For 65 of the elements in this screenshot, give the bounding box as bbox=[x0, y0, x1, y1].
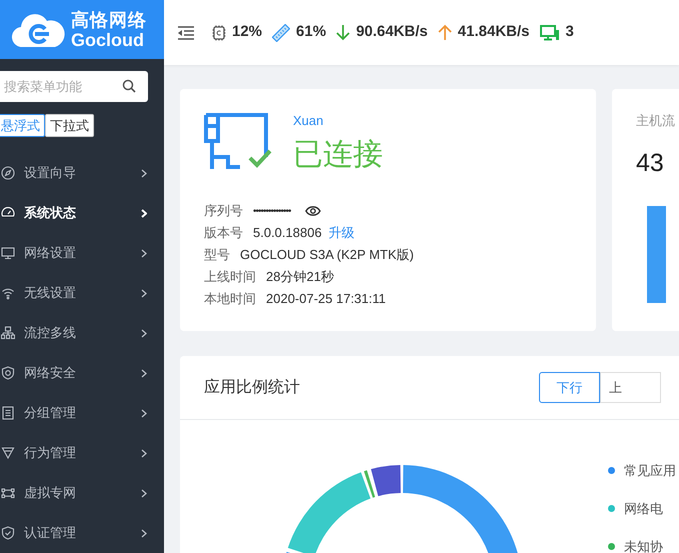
list-icon bbox=[1, 406, 15, 420]
shield-check-icon bbox=[1, 526, 15, 540]
info-label: 本地时间 bbox=[204, 290, 256, 308]
stat-value: 90.64KB/s bbox=[356, 22, 428, 42]
legend-label: 网络电 bbox=[624, 500, 663, 518]
compass-icon bbox=[1, 166, 15, 180]
info-value: 2020-07-25 17:31:11 bbox=[266, 290, 386, 308]
sidebar-menu-item[interactable]: 网络设置 bbox=[0, 233, 164, 273]
card-title: 主机流 bbox=[636, 112, 676, 130]
chevron-icon bbox=[141, 168, 147, 178]
chevron-icon bbox=[141, 448, 147, 458]
stat-value: 41.84KB/s bbox=[458, 22, 530, 42]
sidebar-menu-item[interactable]: 认证管理 bbox=[0, 513, 164, 553]
sidebar-menu-item[interactable]: 网络安全 bbox=[0, 353, 164, 393]
sidebar-menu-item[interactable]: 行为管理 bbox=[0, 433, 164, 473]
info-label: 版本号 bbox=[204, 224, 243, 242]
display-mode-tab[interactable]: 下拉式 bbox=[45, 114, 94, 137]
sidebar-menu-item[interactable]: 分组管理 bbox=[0, 393, 164, 433]
stat-value: 61% bbox=[296, 22, 326, 42]
brand-latin-name: Gocloud bbox=[71, 30, 145, 48]
connection-status: 已连接 bbox=[293, 136, 383, 172]
shield-icon bbox=[1, 366, 15, 380]
monitor-icon bbox=[540, 24, 560, 40]
chevron-icon bbox=[141, 328, 147, 338]
chevron-icon bbox=[141, 368, 147, 378]
info-value: GOCLOUD S3A (K2P MTK版) bbox=[240, 246, 414, 264]
search-icon bbox=[122, 79, 136, 93]
direction-tab[interactable]: 上 bbox=[600, 372, 661, 403]
sidebar-menu-item[interactable]: 无线设置 bbox=[0, 273, 164, 313]
menu-search-field[interactable]: 搜索菜单功能 bbox=[0, 71, 148, 102]
network-icon bbox=[1, 326, 15, 340]
eye-icon[interactable] bbox=[304, 205, 321, 217]
legend-label: 常见应用 bbox=[624, 462, 676, 480]
sidebar-menu-item[interactable]: 流控多线 bbox=[0, 313, 164, 353]
sidebar-menu-item[interactable]: 设置向导 bbox=[0, 153, 164, 193]
chip-icon bbox=[212, 24, 226, 40]
monitor-icon bbox=[1, 246, 15, 260]
chevron-icon bbox=[141, 208, 147, 218]
info-label: 型号 bbox=[204, 246, 230, 264]
card-title: 应用比例统计 bbox=[204, 378, 300, 398]
info-value: ••••••••••••••• bbox=[253, 204, 291, 218]
down-arrow-icon bbox=[336, 24, 350, 41]
device-name: Xuan bbox=[293, 112, 324, 130]
chevron-icon bbox=[141, 288, 147, 298]
sidebar-menu-item[interactable]: 系统状态 bbox=[0, 193, 164, 233]
collapse-menu-icon[interactable] bbox=[177, 26, 195, 40]
info-label: 上线时间 bbox=[204, 268, 256, 286]
chevron-icon bbox=[141, 528, 147, 538]
connected-device-icon bbox=[204, 113, 274, 171]
chevron-icon bbox=[141, 488, 147, 498]
sidebar-menu-item[interactable]: 虚拟专网 bbox=[0, 473, 164, 513]
info-label: 序列号 bbox=[204, 202, 243, 220]
brand-name: 高恪网络 bbox=[71, 10, 147, 28]
info-value: 28分钟21秒 bbox=[266, 268, 334, 286]
chevron-icon bbox=[141, 408, 147, 418]
info-value: 5.0.0.18806 bbox=[253, 224, 322, 242]
stat-value: 12% bbox=[232, 22, 262, 42]
traffic-value: 43 bbox=[636, 148, 665, 178]
wifi-icon bbox=[1, 286, 15, 300]
up-arrow-icon bbox=[438, 24, 452, 41]
legend-label: 未知协 bbox=[624, 538, 663, 553]
stat-value: 3 bbox=[566, 22, 574, 42]
funnel-icon bbox=[1, 446, 15, 460]
nodes-icon bbox=[1, 486, 15, 500]
chevron-icon bbox=[141, 248, 147, 258]
